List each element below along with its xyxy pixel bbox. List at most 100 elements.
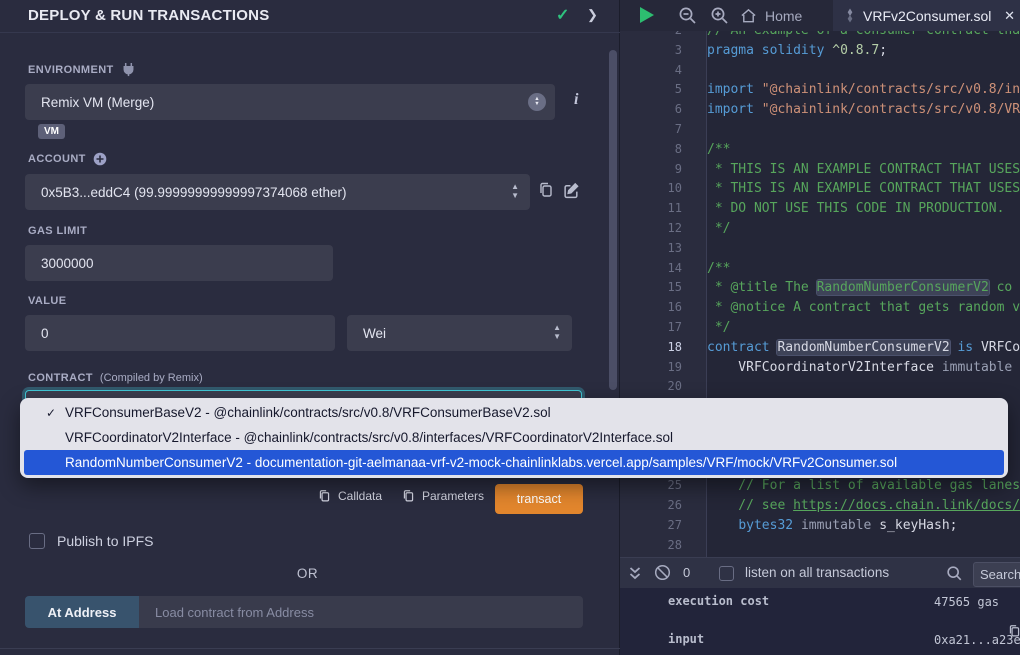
- copy-account-icon[interactable]: [538, 182, 554, 198]
- gas-limit-input[interactable]: [25, 245, 333, 281]
- copy-gas-icon[interactable]: [1008, 624, 1020, 638]
- line-number: 27: [620, 516, 698, 536]
- code-line[interactable]: 26 // see https://docs.chain.link/docs/: [620, 496, 1020, 516]
- transact-button[interactable]: transact: [495, 484, 583, 514]
- terminal-row-value: 47565 gas: [934, 595, 999, 609]
- code-line[interactable]: 13: [620, 239, 1020, 259]
- code-line[interactable]: 27 bytes32 immutable s_keyHash;: [620, 516, 1020, 536]
- vm-badge: VM: [38, 124, 65, 139]
- code-line[interactable]: 4: [620, 61, 1020, 81]
- clear-console-block-icon[interactable]: [654, 564, 671, 581]
- zoom-out-icon[interactable]: [678, 6, 697, 25]
- line-number: 9: [620, 160, 698, 180]
- code-line[interactable]: 18contract RandomNumberConsumerV2 is VRF…: [620, 338, 1020, 358]
- editor-tab-bar: Home VRFv2Consumer.sol ✕: [620, 0, 1020, 31]
- code-line[interactable]: 17 */: [620, 318, 1020, 338]
- account-select[interactable]: 0x5B3...eddC4 (99.99999999999997374068 e…: [25, 174, 530, 210]
- terminal-content: execution cost47565 gasinput0xa21...a23e…: [620, 588, 1020, 655]
- terminal-row: execution cost47565 gas: [620, 588, 1020, 626]
- line-number: 3: [620, 41, 698, 61]
- edit-account-icon[interactable]: [563, 182, 580, 199]
- contract-option[interactable]: RandomNumberConsumerV2 - documentation-g…: [24, 450, 1004, 475]
- code-line[interactable]: 19 VRFCoordinatorV2Interface immutable: [620, 358, 1020, 378]
- line-number: 10: [620, 179, 698, 199]
- section-divider: [0, 648, 620, 649]
- value-input[interactable]: [25, 315, 335, 351]
- code-region[interactable]: 2// An example of a consumer contract th…: [620, 31, 1020, 557]
- or-label: OR: [0, 566, 615, 581]
- code-line[interactable]: 10 * THIS IS AN EXAMPLE CONTRACT THAT US…: [620, 179, 1020, 199]
- code-line[interactable]: 28: [620, 536, 1020, 556]
- expand-terminal-icon[interactable]: [628, 566, 642, 581]
- deploy-run-panel: DEPLOY & RUN TRANSACTIONS ✓ ❯ ENVIRONMEN…: [0, 0, 620, 655]
- terminal-search-input[interactable]: [973, 562, 1020, 587]
- line-number: 11: [620, 199, 698, 219]
- code-line[interactable]: 2// An example of a consumer contract th…: [620, 31, 1020, 41]
- close-tab-icon[interactable]: ✕: [1004, 8, 1015, 24]
- code-line[interactable]: 12 */: [620, 219, 1020, 239]
- parameters-action[interactable]: Parameters: [402, 489, 484, 503]
- terminal-toolbar: 0 listen on all transactions: [620, 557, 1020, 588]
- tab-home[interactable]: Home: [732, 0, 828, 31]
- select-carets-icon: ▲▼: [511, 182, 519, 200]
- contract-option[interactable]: ✓VRFConsumerBaseV2 - @chainlink/contract…: [20, 400, 1008, 425]
- line-number: 20: [620, 377, 698, 397]
- code-line[interactable]: 16 * @notice A contract that gets random…: [620, 298, 1020, 318]
- line-number: 12: [620, 219, 698, 239]
- at-address-button[interactable]: At Address: [25, 596, 139, 628]
- code-line[interactable]: 9 * THIS IS AN EXAMPLE CONTRACT THAT USE…: [620, 160, 1020, 180]
- listen-all-transactions-checkbox[interactable]: [719, 566, 734, 581]
- code-line[interactable]: 3pragma solidity ^0.8.7;: [620, 41, 1020, 61]
- line-number: 6: [620, 100, 698, 120]
- code-line[interactable]: 20: [620, 377, 1020, 397]
- code-line[interactable]: 11 * DO NOT USE THIS CODE IN PRODUCTION.: [620, 199, 1020, 219]
- plug-icon: [121, 62, 136, 77]
- add-account-icon[interactable]: [93, 152, 107, 166]
- publish-ipfs-label: Publish to IPFS: [57, 533, 154, 549]
- environment-select[interactable]: Remix VM (Merge) ▲▼: [25, 84, 555, 120]
- panel-scrollbar[interactable]: [609, 50, 617, 390]
- zoom-in-icon[interactable]: [710, 6, 729, 25]
- code-line[interactable]: 25 // For a list of available gas lanes: [620, 476, 1020, 496]
- tab-vrfv2consumer[interactable]: VRFv2Consumer.sol ✕: [833, 0, 1020, 31]
- publish-ipfs-checkbox[interactable]: [29, 533, 45, 549]
- line-number: 18: [620, 338, 698, 358]
- code-line[interactable]: 5import "@chainlink/contracts/src/v0.8/i…: [620, 80, 1020, 100]
- copy-calldata-icon[interactable]: [318, 489, 331, 503]
- contract-option[interactable]: VRFCoordinatorV2Interface - @chainlink/c…: [20, 425, 1008, 450]
- code-line[interactable]: 7: [620, 120, 1020, 140]
- contract-option-label: RandomNumberConsumerV2 - documentation-g…: [65, 455, 897, 470]
- copy-parameters-icon[interactable]: [402, 489, 415, 503]
- line-number: 13: [620, 239, 698, 259]
- line-number: 28: [620, 536, 698, 556]
- run-script-play-icon[interactable]: [640, 7, 654, 23]
- code-line[interactable]: 6import "@chainlink/contracts/src/v0.8/V…: [620, 100, 1020, 120]
- gas-limit-label: GAS LIMIT: [28, 225, 87, 237]
- account-label: ACCOUNT: [28, 152, 107, 166]
- value-label: VALUE: [28, 295, 66, 307]
- line-number: 14: [620, 259, 698, 279]
- remix-ide-screen: DEPLOY & RUN TRANSACTIONS ✓ ❯ ENVIRONMEN…: [0, 0, 1020, 655]
- contract-option-label: VRFCoordinatorV2Interface - @chainlink/c…: [65, 430, 673, 445]
- code-line[interactable]: 14/**: [620, 259, 1020, 279]
- calldata-action[interactable]: Calldata: [318, 489, 382, 503]
- info-icon[interactable]: i: [574, 91, 578, 109]
- contract-option-label: VRFConsumerBaseV2 - @chainlink/contracts…: [65, 405, 551, 420]
- collapse-panel-chevron-icon[interactable]: ❯: [587, 7, 598, 23]
- line-number: 4: [620, 61, 698, 81]
- code-line[interactable]: 8/**: [620, 140, 1020, 160]
- code-line[interactable]: 15 * @title The RandomNumberConsumerV2 c…: [620, 278, 1020, 298]
- home-icon: [740, 8, 757, 24]
- listen-all-transactions-label: listen on all transactions: [745, 565, 889, 580]
- contract-label: CONTRACT (Compiled by Remix): [28, 372, 203, 384]
- solidity-icon: [845, 8, 855, 23]
- value-unit-select[interactable]: Wei ▲▼: [347, 315, 572, 351]
- line-number: 19: [620, 358, 698, 378]
- line-number: 15: [620, 278, 698, 298]
- terminal-row: input0xa21...a23e4: [620, 626, 1020, 655]
- line-number: 8: [620, 140, 698, 160]
- select-stepper-icon: ▲▼: [528, 93, 546, 111]
- at-address-input[interactable]: [139, 596, 583, 628]
- line-number: 26: [620, 496, 698, 516]
- select-carets-icon: ▲▼: [553, 323, 561, 341]
